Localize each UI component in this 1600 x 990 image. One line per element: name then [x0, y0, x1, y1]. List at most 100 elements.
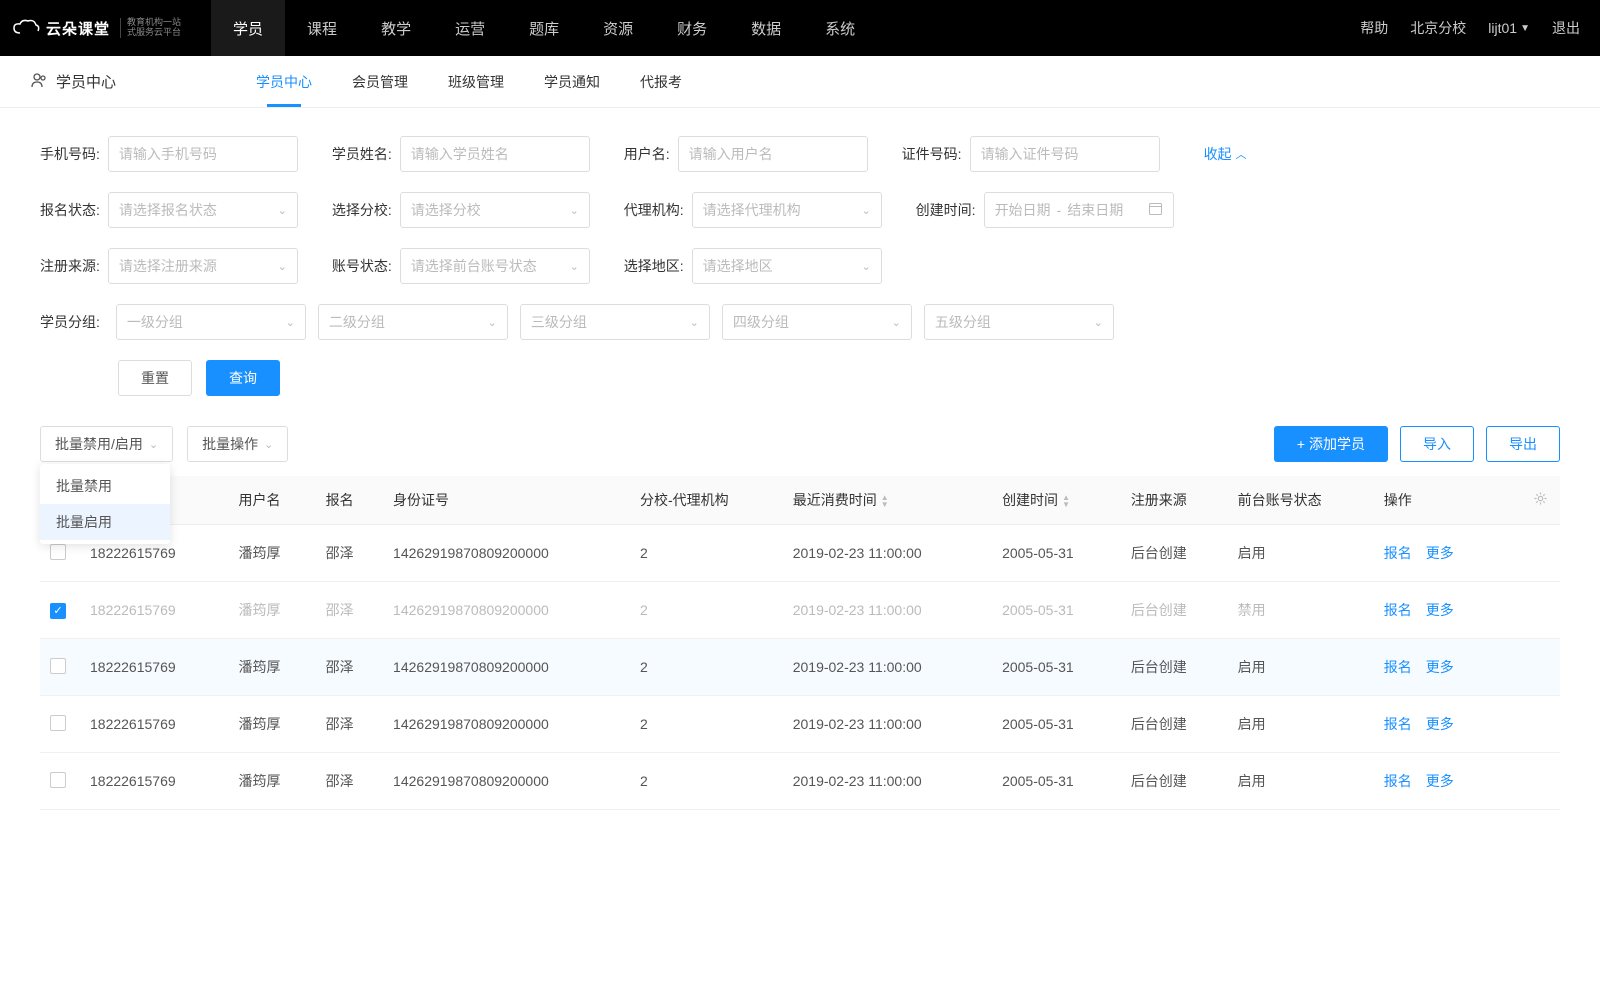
branch-select[interactable]: 请选择分校⌄ [400, 192, 590, 228]
cell-spacer [1520, 753, 1560, 810]
page-title-text: 学员中心 [56, 71, 116, 92]
agency-select[interactable]: 请选择代理机构⌄ [692, 192, 882, 228]
cell-status: 启用 [1228, 525, 1374, 582]
cell-branch: 2 [630, 582, 783, 639]
nav-item-3[interactable]: 运营 [433, 0, 507, 56]
cell-source: 后台创建 [1121, 582, 1228, 639]
collapse-toggle[interactable]: 收起 ︿ [1204, 144, 1247, 164]
more-link[interactable]: 更多 [1426, 659, 1454, 675]
logo: 云朵课堂 教育机构一站 式服务云平台 [12, 18, 181, 39]
cell-status: 启用 [1228, 753, 1374, 810]
row-checkbox[interactable] [50, 772, 66, 788]
filter-create-time-label: 创建时间: [916, 200, 976, 220]
group-select-3[interactable]: 三级分组⌄ [520, 304, 710, 340]
search-button[interactable]: 查询 [206, 360, 280, 396]
add-student-button[interactable]: + 添加学员 [1274, 426, 1388, 462]
more-link[interactable]: 更多 [1426, 602, 1454, 618]
cell-op: 报名更多 [1374, 525, 1520, 582]
import-button[interactable]: 导入 [1400, 426, 1474, 462]
logout-link[interactable]: 退出 [1552, 18, 1580, 38]
signup-link[interactable]: 报名 [1384, 602, 1412, 618]
cell-status: 启用 [1228, 696, 1374, 753]
group-select-1[interactable]: 一级分组⌄ [116, 304, 306, 340]
nav-item-0[interactable]: 学员 [211, 0, 285, 56]
sort-icon: ▲▼ [1062, 494, 1070, 508]
row-checkbox[interactable] [50, 715, 66, 731]
export-button[interactable]: 导出 [1486, 426, 1560, 462]
chevron-down-icon: ⌄ [286, 316, 295, 329]
main-nav-items: 学员课程教学运营题库资源财务数据系统 [211, 0, 877, 56]
more-link[interactable]: 更多 [1426, 545, 1454, 561]
group-select-placeholder: 五级分组 [935, 312, 991, 332]
top-nav: 云朵课堂 教育机构一站 式服务云平台 学员课程教学运营题库资源财务数据系统 帮助… [0, 0, 1600, 56]
sub-nav-item-4[interactable]: 代报考 [640, 56, 682, 107]
batch-enable-item[interactable]: 批量启用 [40, 504, 170, 540]
signup-link[interactable]: 报名 [1384, 659, 1412, 675]
sub-nav-item-0[interactable]: 学员中心 [256, 56, 312, 107]
group-select-2[interactable]: 二级分组⌄ [318, 304, 508, 340]
col-create-label: 创建时间 [1002, 492, 1058, 508]
gear-icon [1533, 491, 1548, 506]
phone-input[interactable] [108, 136, 298, 172]
idno-input[interactable] [970, 136, 1160, 172]
help-link[interactable]: 帮助 [1360, 18, 1388, 38]
region-select[interactable]: 请选择地区⌄ [692, 248, 882, 284]
filter-phone-label: 手机号码: [40, 144, 100, 164]
table-settings-button[interactable] [1520, 476, 1560, 525]
nav-item-4[interactable]: 题库 [507, 0, 581, 56]
cell-last-spend: 2019-02-23 11:00:00 [783, 639, 992, 696]
filter-idno-label: 证件号码: [902, 144, 962, 164]
batch-toggle-button[interactable]: 批量禁用/启用 ⌄ [40, 426, 173, 462]
cell-username: 潘筠厚 [228, 582, 315, 639]
cell-source: 后台创建 [1121, 639, 1228, 696]
nav-item-1[interactable]: 课程 [285, 0, 359, 56]
cell-phone: 18222615769 [80, 696, 228, 753]
enroll-status-select[interactable]: 请选择报名状态⌄ [108, 192, 298, 228]
nav-item-5[interactable]: 资源 [581, 0, 655, 56]
signup-link[interactable]: 报名 [1384, 773, 1412, 789]
more-link[interactable]: 更多 [1426, 773, 1454, 789]
col-last-spend[interactable]: 最近消费时间▲▼ [783, 476, 992, 525]
chevron-down-icon: ⌄ [570, 260, 579, 273]
chevron-down-icon: ⌄ [278, 260, 287, 273]
sub-nav-item-1[interactable]: 会员管理 [352, 56, 408, 107]
create-time-range[interactable]: 开始日期 - 结束日期 [984, 192, 1174, 228]
signup-link[interactable]: 报名 [1384, 545, 1412, 561]
filter-region-label: 选择地区: [624, 256, 684, 276]
filter-phone: 手机号码: [40, 136, 298, 172]
filter-agency: 代理机构: 请选择代理机构⌄ [624, 192, 882, 228]
col-branch: 分校-代理机构 [630, 476, 783, 525]
group-select-4[interactable]: 四级分组⌄ [722, 304, 912, 340]
nav-item-8[interactable]: 系统 [803, 0, 877, 56]
batch-ops-button[interactable]: 批量操作 ⌄ [187, 426, 288, 462]
cell-enroll: 邵泽 [316, 525, 383, 582]
account-status-select[interactable]: 请选择前台账号状态⌄ [400, 248, 590, 284]
sub-nav-item-3[interactable]: 学员通知 [544, 56, 600, 107]
more-link[interactable]: 更多 [1426, 716, 1454, 732]
table-row: 18222615769潘筠厚邵泽142629198708092000002201… [40, 753, 1560, 810]
chevron-down-icon: ⌄ [1094, 316, 1103, 329]
reg-source-select[interactable]: 请选择注册来源⌄ [108, 248, 298, 284]
row-checkbox[interactable] [50, 658, 66, 674]
caret-down-icon: ▼ [1520, 23, 1530, 34]
sub-nav-item-2[interactable]: 班级管理 [448, 56, 504, 107]
batch-disable-item[interactable]: 批量禁用 [40, 468, 170, 504]
agency-placeholder: 请选择代理机构 [703, 200, 801, 220]
chevron-down-icon: ⌄ [488, 316, 497, 329]
nav-item-2[interactable]: 教学 [359, 0, 433, 56]
cell-op: 报名更多 [1374, 753, 1520, 810]
row-checkbox[interactable] [50, 544, 66, 560]
branch-link[interactable]: 北京分校 [1410, 18, 1466, 38]
nav-item-6[interactable]: 财务 [655, 0, 729, 56]
signup-link[interactable]: 报名 [1384, 716, 1412, 732]
name-input[interactable] [400, 136, 590, 172]
username-input[interactable] [678, 136, 868, 172]
col-status: 前台账号状态 [1228, 476, 1374, 525]
nav-item-7[interactable]: 数据 [729, 0, 803, 56]
user-menu[interactable]: lijt01 ▼ [1488, 20, 1530, 36]
collapse-text: 收起 [1204, 144, 1232, 164]
col-create[interactable]: 创建时间 ▲▼ [992, 476, 1121, 525]
reset-button[interactable]: 重置 [118, 360, 192, 396]
row-checkbox[interactable]: ✓ [50, 603, 66, 619]
group-select-5[interactable]: 五级分组 ⌄ [924, 304, 1114, 340]
